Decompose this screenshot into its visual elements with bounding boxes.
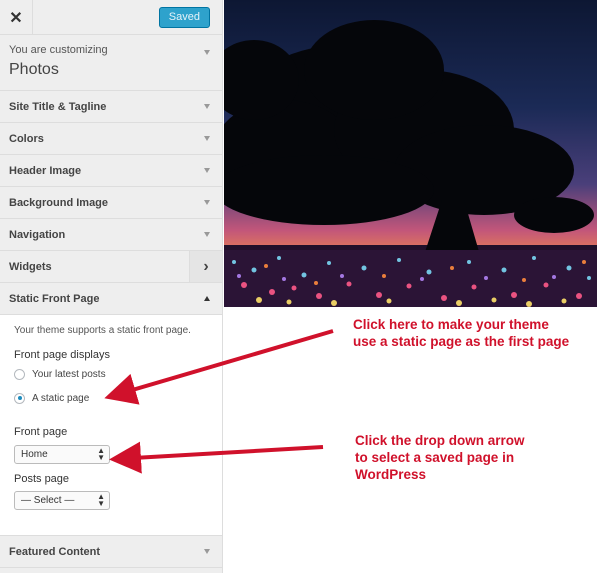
section-label: Colors xyxy=(9,132,44,145)
annotation-static-page: Click here to make your theme use a stat… xyxy=(353,316,593,350)
section-label: Navigation xyxy=(9,228,66,241)
chevron-down-icon xyxy=(204,200,210,205)
section-label: Site Title & Tagline xyxy=(9,100,107,113)
radio-label: Your latest posts xyxy=(32,368,106,380)
section-featured-content[interactable]: Featured Content xyxy=(0,536,222,568)
section-static-front-page[interactable]: Static Front Page xyxy=(0,283,222,315)
select-value: — Select — xyxy=(21,495,75,506)
close-button[interactable]: ✕ xyxy=(0,0,33,35)
radio-button-checked[interactable] xyxy=(14,392,25,404)
front-page-select[interactable]: Home ▲ ▼ xyxy=(14,445,110,464)
chevron-down-icon xyxy=(204,136,210,141)
section-header-image[interactable]: Header Image xyxy=(0,155,222,187)
posts-page-select[interactable]: — Select — ▲ ▼ xyxy=(14,491,110,510)
panel-description: Your theme supports a static front page. xyxy=(14,325,191,336)
section-widgets[interactable]: Widgets › xyxy=(0,251,222,283)
annotation-line: to select a saved page in xyxy=(355,450,515,465)
chevron-up-icon xyxy=(204,296,210,301)
radio-button[interactable] xyxy=(14,368,25,380)
section-label: Widgets xyxy=(9,260,52,273)
site-preview-image xyxy=(224,0,597,307)
annotation-line: Click the drop down arrow xyxy=(355,433,525,448)
section-background-image[interactable]: Background Image xyxy=(0,187,222,219)
chevron-down-icon xyxy=(204,232,210,237)
radio-static-page[interactable]: A static page xyxy=(14,390,208,406)
annotation-line: use a static page as the first page xyxy=(353,334,570,349)
saved-button[interactable]: Saved xyxy=(158,7,210,28)
customizing-prefix: You are customizing xyxy=(9,44,108,56)
customizer-sidebar: ✕ Saved You are customizing Photos Site … xyxy=(0,0,223,573)
select-arrows-icon: ▲ ▼ xyxy=(97,492,105,508)
posts-page-label: Posts page xyxy=(14,473,70,485)
customizing-info[interactable]: You are customizing Photos xyxy=(0,35,222,91)
static-front-page-panel: Your theme supports a static front page.… xyxy=(0,315,222,536)
radio-latest-posts[interactable]: Your latest posts xyxy=(14,366,208,382)
select-arrows-icon: ▲ ▼ xyxy=(97,446,105,462)
customizer-header: ✕ Saved xyxy=(0,0,222,35)
radio-label: A static page xyxy=(32,392,90,404)
chevron-down-icon xyxy=(204,50,210,55)
chevron-right-icon[interactable]: › xyxy=(189,251,222,282)
theme-name: Photos xyxy=(9,61,59,78)
section-label: Static Front Page xyxy=(9,292,100,305)
close-icon: ✕ xyxy=(9,9,23,27)
chevron-down-icon xyxy=(204,168,210,173)
section-navigation[interactable]: Navigation xyxy=(0,219,222,251)
chevron-down-icon xyxy=(204,549,210,554)
section-label: Background Image xyxy=(9,196,109,209)
section-colors[interactable]: Colors xyxy=(0,123,222,155)
annotation-line: WordPress xyxy=(355,467,427,482)
annotation-line: Click here to make your theme xyxy=(353,317,549,332)
select-value: Home xyxy=(21,449,48,460)
tree-sunset-photo xyxy=(224,0,597,307)
front-page-label: Front page xyxy=(14,426,68,438)
section-label: Featured Content xyxy=(9,545,101,558)
section-site-title[interactable]: Site Title & Tagline xyxy=(0,91,222,123)
front-page-displays-label: Front page displays xyxy=(14,349,110,361)
chevron-down-icon xyxy=(204,104,210,109)
annotation-dropdown: Click the drop down arrow to select a sa… xyxy=(355,432,585,483)
section-label: Header Image xyxy=(9,164,82,177)
